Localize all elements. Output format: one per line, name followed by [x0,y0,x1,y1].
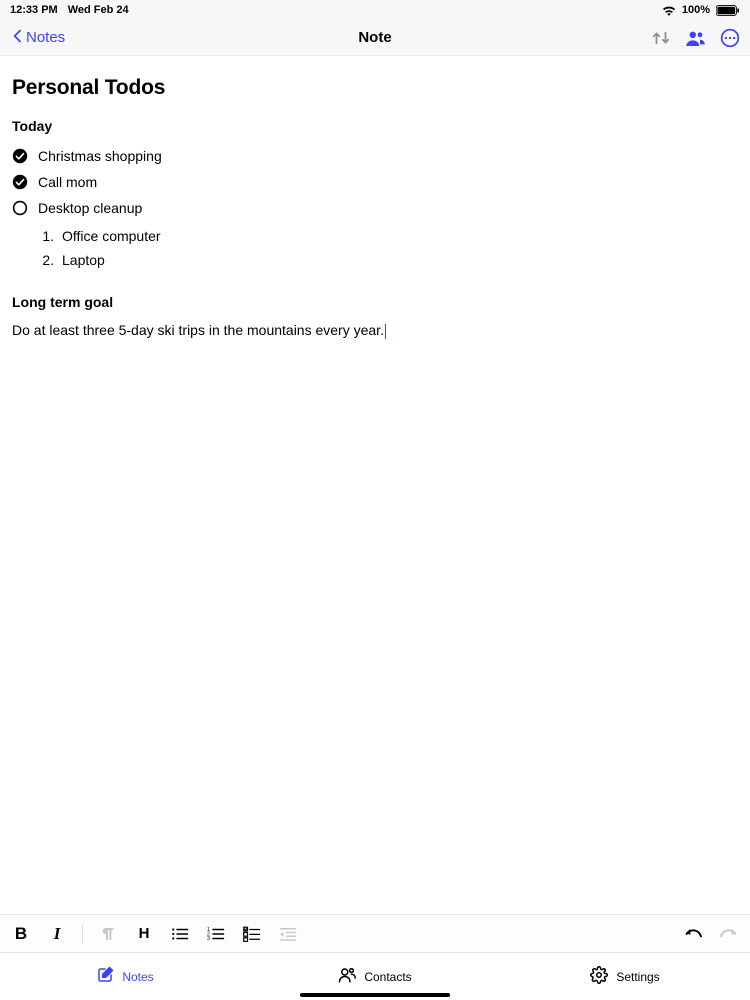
compose-icon [96,966,114,987]
todo-item[interactable]: Desktop cleanup [12,200,738,216]
status-time: 12:33 PM [10,4,58,16]
todo-item[interactable]: Call mom [12,174,738,190]
status-date: Wed Feb 24 [68,4,129,16]
note-content[interactable]: Personal Todos Today Christmas shopping … [0,56,750,341]
redo-button[interactable] [718,923,740,945]
sort-icon[interactable] [650,29,672,47]
back-button[interactable]: Notes [10,28,65,48]
people-icon[interactable] [686,30,706,46]
checkbox-checked-icon[interactable] [12,174,28,190]
tab-label: Settings [616,970,659,984]
status-bar: 12:33 PM Wed Feb 24 100% [0,0,750,20]
tab-label: Notes [122,970,153,984]
checkbox-checked-icon[interactable] [12,148,28,164]
svg-text:3: 3 [207,936,210,942]
back-label: Notes [26,29,65,46]
contacts-icon [338,966,356,987]
todo-label: Desktop cleanup [38,200,142,216]
page-title: Note [358,29,391,46]
section-heading-longterm: Long term goal [12,294,738,310]
note-title: Personal Todos [12,76,738,100]
home-indicator[interactable] [300,993,450,997]
text-caret [385,324,386,339]
bold-button[interactable]: B [10,923,32,945]
heading-button[interactable]: H [133,923,155,945]
status-battery-pct: 100% [682,4,710,16]
battery-icon [716,5,740,16]
paragraph-style-button[interactable] [97,923,119,945]
tab-label: Contacts [364,970,411,984]
todo-label: Call mom [38,174,97,190]
checklist-button[interactable] [241,923,263,945]
outdent-button[interactable] [277,923,299,945]
list-item[interactable]: Office computer [58,224,738,248]
paragraph: Do at least three 5-day ski trips in the… [12,322,384,338]
undo-button[interactable] [682,923,704,945]
todo-label: Christmas shopping [38,148,162,164]
italic-button[interactable]: I [46,923,68,945]
nav-header: Notes Note [0,20,750,56]
format-toolbar: B I H 123 [0,914,750,952]
bullet-list-button[interactable] [169,923,191,945]
gear-icon [590,966,608,987]
todo-list: Christmas shopping Call mom Desktop clea… [12,148,738,216]
ordered-sublist: Office computer Laptop [12,224,738,272]
wifi-icon [662,5,676,16]
tab-settings[interactable]: Settings [500,953,750,1000]
separator [82,925,83,943]
tab-notes[interactable]: Notes [0,953,250,1000]
todo-item[interactable]: Christmas shopping [12,148,738,164]
numbered-list-button[interactable]: 123 [205,923,227,945]
checkbox-unchecked-icon[interactable] [12,200,28,216]
section-heading-today: Today [12,118,738,134]
chevron-left-icon [10,28,26,48]
more-icon[interactable] [720,28,740,48]
paragraph-line[interactable]: Do at least three 5-day ski trips in the… [12,320,738,341]
list-item[interactable]: Laptop [58,248,738,272]
